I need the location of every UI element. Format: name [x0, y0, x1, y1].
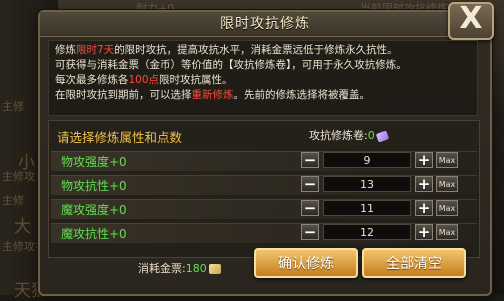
- max-button[interactable]: Max: [436, 200, 458, 216]
- close-button[interactable]: X: [448, 2, 494, 40]
- decrease-button[interactable]: −: [301, 224, 319, 240]
- max-button[interactable]: Max: [436, 176, 458, 192]
- attribute-label: 魔攻抗性+0: [61, 227, 127, 241]
- attribute-label: 物攻抗性+0: [61, 179, 127, 193]
- attribute-row-magic-res: 魔攻抗性+0 − 12 + Max: [51, 223, 477, 243]
- decrease-button[interactable]: −: [301, 200, 319, 216]
- max-button[interactable]: Max: [436, 224, 458, 240]
- dialog-title-bar: 限时攻抗修炼: [40, 12, 490, 37]
- description-line-1: 修炼限时7天的限时攻抗，提高攻抗水平，消耗金票远低于修炼永久抗性。: [55, 44, 398, 56]
- points-input[interactable]: 11: [323, 200, 411, 216]
- cost-display: 消耗金票:180: [138, 260, 221, 276]
- ticket-count: 攻抗修炼卷:0: [309, 127, 389, 143]
- ticket-label: 攻抗修炼卷:: [309, 129, 368, 142]
- increase-button[interactable]: +: [415, 152, 433, 168]
- ticket-value: 0: [367, 129, 375, 142]
- timed-training-dialog: 限时攻抗修炼 X 修炼限时7天的限时攻抗，提高攻抗水平，消耗金票远低于修炼永久抗…: [38, 2, 494, 296]
- description-line-4: 在限时攻抗到期前，可以选择重新修炼。先前的修炼选择将被覆盖。: [55, 89, 370, 101]
- description-line-2: 可获得与消耗金票（金币）等价值的【攻抗修炼卷】，可用于永久攻抗修炼。: [55, 59, 407, 71]
- bg-text-small: 小: [18, 153, 35, 173]
- cost-value: 180: [185, 262, 207, 275]
- points-input[interactable]: 12: [323, 224, 411, 240]
- description-box: 修炼限时7天的限时攻抗，提高攻抗水平，消耗金票远低于修炼永久抗性。 可获得与消耗…: [48, 40, 478, 116]
- decrease-button[interactable]: −: [301, 176, 319, 192]
- points-input[interactable]: 13: [323, 176, 411, 192]
- select-prompt: 请选择修炼属性和点数: [57, 130, 183, 145]
- attribute-row-phys-res: 物攻抗性+0 − 13 + Max: [51, 175, 477, 195]
- decrease-button[interactable]: −: [301, 152, 319, 168]
- confirm-training-button[interactable]: 确认修炼: [254, 248, 358, 278]
- close-icon: X: [459, 1, 483, 36]
- attribute-row-phys-atk: 物攻强度+0 − 9 + Max: [51, 151, 477, 171]
- attribute-label: 魔攻强度+0: [61, 203, 127, 217]
- bg-text-main-3: 主修: [2, 194, 24, 207]
- scroll-icon: [375, 129, 389, 143]
- points-input[interactable]: 9: [323, 152, 411, 168]
- increase-button[interactable]: +: [415, 200, 433, 216]
- attribute-row-magic-atk: 魔攻强度+0 − 11 + Max: [51, 199, 477, 219]
- increase-button[interactable]: +: [415, 224, 433, 240]
- description-line-3: 每次最多修炼各100点限时攻抗属性。: [55, 74, 233, 86]
- attribute-label: 物攻强度+0: [61, 155, 127, 169]
- bg-text-main-1: 主修: [2, 100, 24, 113]
- max-button[interactable]: Max: [436, 152, 458, 168]
- increase-button[interactable]: +: [415, 176, 433, 192]
- dialog-title: 限时攻抗修炼: [220, 16, 310, 32]
- clear-all-button[interactable]: 全部清空: [362, 248, 466, 278]
- cost-label: 消耗金票:: [138, 262, 186, 275]
- attribute-panel: 请选择修炼属性和点数 攻抗修炼卷:0 物攻强度+0 − 9 + Max 物攻抗性…: [48, 120, 480, 258]
- gold-ticket-icon: [208, 264, 221, 274]
- bg-text-big: 大: [14, 217, 31, 237]
